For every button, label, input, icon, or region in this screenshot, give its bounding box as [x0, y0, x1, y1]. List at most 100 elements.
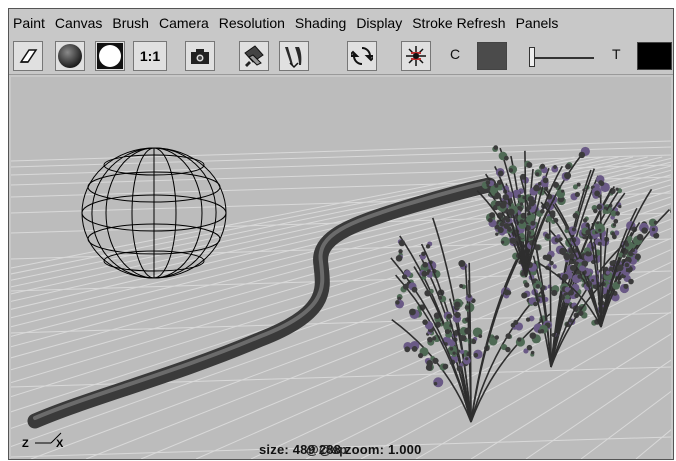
plant-leaf	[459, 283, 464, 288]
plant-leaf	[529, 332, 537, 339]
color-swatch[interactable]	[477, 42, 507, 70]
plant-blossom	[602, 209, 608, 215]
plant-leaf	[564, 302, 568, 306]
plant-leaf	[572, 212, 579, 219]
brush-tool-button[interactable]	[239, 41, 269, 71]
plant-leaf	[628, 278, 634, 285]
plant-leaf	[497, 170, 504, 177]
plant-leaf	[526, 162, 533, 169]
plant-leaf	[623, 283, 629, 289]
plant-blossom	[459, 349, 465, 355]
actual-size-button[interactable]: 1:1	[133, 41, 167, 71]
menu-brush[interactable]: Brush	[107, 15, 154, 31]
plant-leaf	[507, 227, 512, 232]
paint-canvas[interactable]: Z X size: 489 288 zoom: 1.000 @@sp	[11, 77, 671, 459]
plant-leaf	[519, 219, 525, 224]
status-overprint: @@sp	[306, 442, 348, 457]
menu-paint[interactable]: Paint	[9, 15, 50, 31]
plant-blossom	[595, 223, 606, 234]
plant-leaf	[634, 255, 639, 260]
plant-leaf	[596, 204, 603, 210]
plant-leaf	[526, 344, 533, 351]
plant-leaf	[426, 360, 433, 367]
plant-leaf	[574, 293, 579, 299]
toolbar: 1:1 C T	[9, 37, 673, 75]
plant-leaf	[604, 266, 609, 271]
eraser-button[interactable]	[13, 41, 43, 71]
z-axis-label: Z	[22, 438, 29, 450]
white-circle-button[interactable]	[95, 41, 125, 71]
plant-leaf	[493, 145, 499, 150]
grid-line	[11, 366, 671, 388]
menu-stroke-refresh[interactable]: Stroke Refresh	[407, 15, 510, 31]
plant-leaf	[616, 264, 624, 272]
menu-canvas[interactable]: Canvas	[50, 15, 107, 31]
paint-tool-icon	[285, 47, 302, 69]
plant-leaf	[611, 231, 616, 236]
transparency-swatch[interactable]	[637, 42, 672, 70]
plant-leaf	[478, 334, 483, 339]
plant-leaf	[553, 165, 557, 169]
plant-leaf	[537, 181, 542, 186]
plant-leaf	[459, 334, 467, 342]
plant-leaf	[539, 163, 546, 169]
plant-leaf	[499, 221, 505, 227]
plant-leaf	[525, 317, 531, 322]
plant-leaf	[552, 181, 559, 188]
plant-leaf	[565, 163, 571, 170]
plant-leaf	[533, 301, 538, 307]
plant-leaf	[442, 363, 449, 370]
plant-leaf	[651, 227, 656, 232]
plant-blossom	[552, 264, 557, 269]
plant-leaf	[593, 208, 598, 214]
refresh-button[interactable]	[347, 41, 377, 71]
plant-leaf	[568, 318, 573, 323]
plant-leaf	[505, 346, 511, 353]
menu-shading[interactable]: Shading	[290, 15, 351, 31]
plant-leaf	[585, 229, 591, 235]
plant-leaf	[505, 217, 511, 223]
shaded-sphere-icon	[58, 44, 82, 68]
plant-leaf	[608, 266, 614, 272]
plant-leaf	[398, 249, 403, 254]
menu-camera[interactable]: Camera	[154, 15, 214, 31]
plant-leaf	[540, 209, 545, 214]
paint-tool-button[interactable]	[279, 41, 309, 71]
shaded-sphere-button[interactable]	[55, 41, 85, 71]
transparency-slider-track[interactable]	[529, 57, 594, 59]
white-circle-icon	[97, 43, 123, 69]
status-readout: size: 489 288 zoom: 1.000 @@sp	[259, 442, 422, 457]
paint-stroke	[27, 177, 497, 429]
plant-leaf	[550, 214, 554, 218]
x-axis-label: X	[56, 438, 64, 450]
menu-resolution[interactable]: Resolution	[214, 15, 290, 31]
transparency-slider-handle[interactable]	[529, 47, 535, 67]
grid-redraw-button[interactable]	[401, 41, 431, 71]
plant-leaf	[494, 183, 499, 188]
plant-leaf	[422, 319, 428, 325]
refresh-icon	[351, 47, 373, 65]
snapshot-button[interactable]	[185, 41, 215, 71]
plant-leaf	[432, 336, 437, 341]
plant-leaf	[598, 228, 602, 232]
plant-leaf	[594, 190, 601, 197]
plant-leaf	[551, 289, 558, 297]
plant-leaf	[411, 346, 418, 352]
plant-leaf	[509, 237, 516, 244]
plant-leaf	[503, 289, 510, 296]
actual-size-label: 1:1	[139, 48, 161, 64]
plant-leaf	[563, 253, 571, 261]
menu-display[interactable]: Display	[351, 15, 407, 31]
plant-leaf	[424, 289, 431, 297]
plant-leaf	[653, 220, 658, 225]
menu-panels[interactable]: Panels	[511, 15, 564, 31]
plant-leaf	[545, 254, 552, 262]
plant-leaf	[565, 225, 570, 230]
plant-leaf	[615, 187, 619, 191]
plant-leaf	[636, 233, 644, 241]
plant-leaf	[409, 308, 416, 316]
plant-leaf	[505, 333, 512, 339]
plant-leaf	[530, 350, 535, 355]
plant-leaf	[501, 240, 505, 244]
plant-leaf	[425, 244, 431, 249]
